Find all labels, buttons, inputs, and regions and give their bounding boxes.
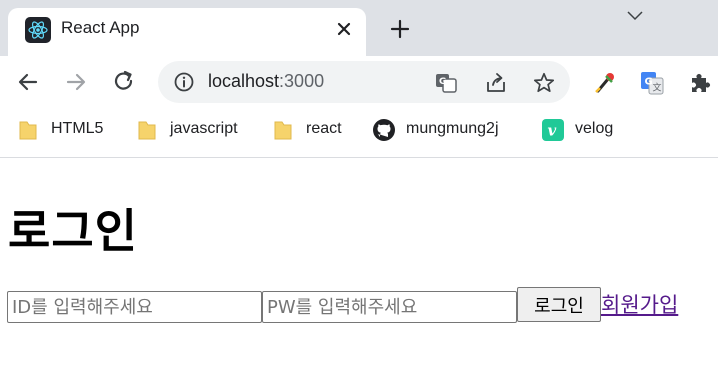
close-icon[interactable] [332,17,356,41]
url-host: localhost [208,71,280,91]
svg-text:G: G [439,77,446,87]
address-bar[interactable]: localhost:3000 G [158,61,570,103]
react-icon [25,17,51,43]
svg-text:文: 文 [653,82,662,94]
plus-icon[interactable] [388,17,412,41]
puzzle-extensions-icon[interactable] [687,70,713,96]
signup-link[interactable]: 회원가입 [601,289,678,319]
password-input[interactable] [262,291,517,323]
browser-toolbar: localhost:3000 G G 文 [0,56,718,108]
svg-text:v: v [548,122,557,140]
color-picker-extension-icon[interactable] [592,70,618,96]
bookmark-label: velog [575,120,614,137]
login-button[interactable]: 로그인 [517,287,601,322]
page-title: 로그인 [8,204,138,258]
tab-strip: React App [0,0,718,56]
bookmark-label: react [306,120,342,137]
bookmark-label: mungmung2j [406,120,499,137]
reload-icon[interactable] [111,69,137,95]
info-icon[interactable] [173,71,195,93]
chevron-down-icon[interactable] [626,6,644,21]
google-translate-extension-icon[interactable]: G 文 [639,70,665,96]
share-icon[interactable] [484,71,508,95]
url-port: :3000 [279,71,325,91]
svg-text:G: G [645,77,653,88]
url-text: localhost:3000 [208,71,324,92]
folder-icon [136,118,160,142]
browser-tab[interactable]: React App [8,8,366,56]
folder-icon [17,118,41,142]
translate-icon[interactable]: G [434,71,458,95]
id-input[interactable] [7,291,262,323]
github-icon [372,118,396,142]
bookmark-label: javascript [170,120,238,137]
tab-title: React App [61,18,140,37]
page-content: 로그인 로그인 회원가입 [0,159,718,374]
forward-arrow-icon[interactable] [63,69,89,95]
velog-icon: v [541,118,565,142]
folder-icon [272,118,296,142]
back-arrow-icon[interactable] [15,69,41,95]
bookmark-label: HTML5 [51,120,104,137]
star-icon[interactable] [532,71,556,95]
bookmarks-bar: HTML5 javascript react mungmung2j v velo… [0,108,718,158]
